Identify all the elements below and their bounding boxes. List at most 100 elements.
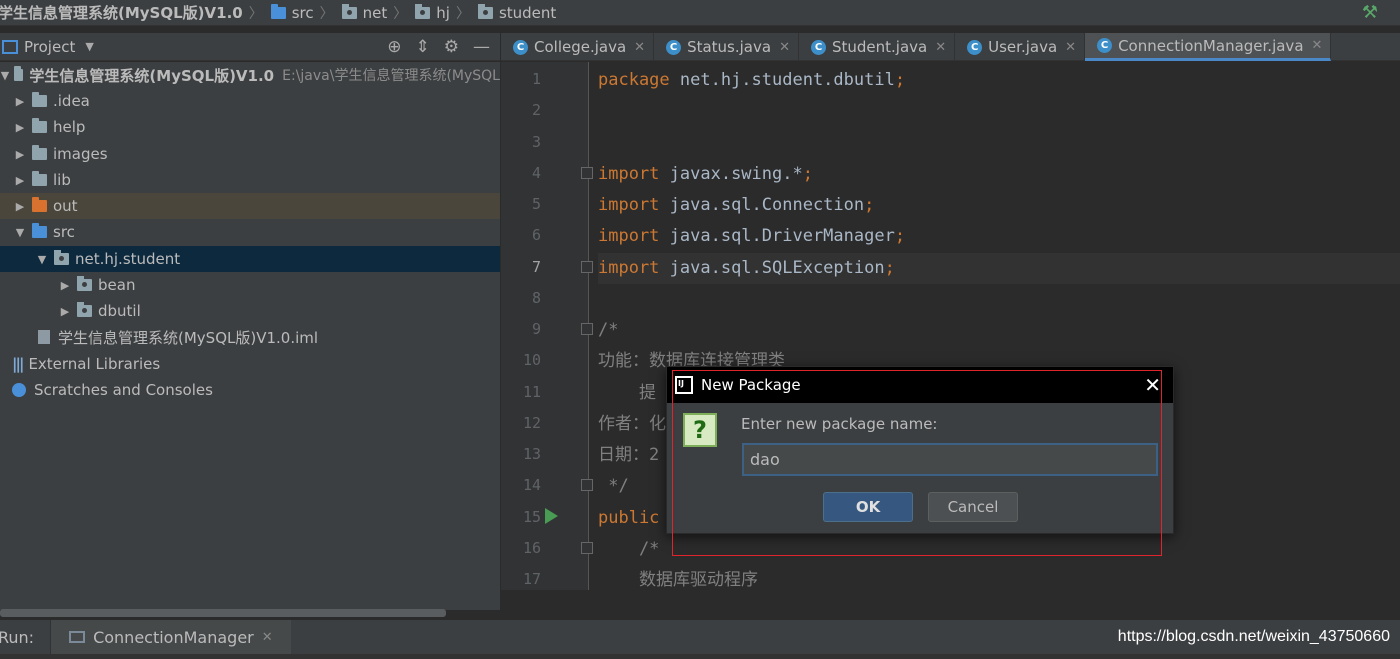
code-text: javax.swing.* [659, 164, 803, 184]
tab-connectionmanager-java[interactable]: C ConnectionManager.java ✕ [1085, 33, 1332, 61]
breadcrumb-student[interactable]: student [476, 3, 556, 22]
tree-item-help[interactable]: ▶ help [0, 114, 500, 140]
ok-button[interactable]: OK [823, 492, 913, 522]
line-number: 8 [531, 289, 541, 307]
chevron-right-icon[interactable]: ▶ [57, 305, 73, 318]
chevron-down-icon[interactable]: ▼ [0, 69, 10, 82]
project-horizontal-scrollbar[interactable] [0, 609, 446, 617]
collapse-all-icon[interactable]: ⇕ [416, 37, 430, 57]
chevron-down-icon[interactable]: ▼ [34, 253, 50, 266]
folder-icon [32, 118, 47, 133]
tree-item-project-root[interactable]: ▼ 学生信息管理系统(MySQL版)V1.0 E:\java\学生信息管理系统(… [0, 62, 500, 88]
code-line: import java.sql.DriverManager; [598, 221, 1400, 252]
module-folder-icon [14, 66, 24, 81]
code-keyword: package [598, 70, 670, 90]
chevron-down-icon[interactable]: ▼ [12, 226, 28, 239]
folder-icon [32, 145, 47, 160]
close-icon[interactable]: ✕ [634, 40, 645, 55]
gear-icon[interactable]: ⚙ [444, 37, 459, 57]
tree-item-label: net.hj.student [75, 250, 181, 268]
project-toolwindow-header: Project ▼ ⊕ ⇕ ⚙ — [0, 33, 500, 61]
tree-item-label: dbutil [98, 302, 141, 320]
dialog-titlebar[interactable]: New Package ✕ [667, 367, 1173, 403]
tree-item-idea[interactable]: ▶ .idea [0, 88, 500, 114]
java-class-icon: C [810, 39, 826, 55]
tab-user-java[interactable]: C User.java ✕ [955, 33, 1086, 61]
breadcrumb-net[interactable]: net [340, 3, 388, 22]
tab-student-java[interactable]: C Student.java ✕ [799, 33, 956, 61]
code-keyword: import [598, 195, 660, 215]
close-icon[interactable]: ✕ [1065, 40, 1076, 55]
tree-item-net-hj-student[interactable]: ▼ net.hj.student [0, 246, 500, 272]
line-number: 17 [522, 570, 541, 588]
line-number: 10 [522, 351, 541, 369]
breadcrumb-project[interactable]: 学生信息管理系统(MySQL版)V1.0 [0, 2, 243, 23]
run-tab-label: ConnectionManager [93, 627, 254, 647]
tree-item-images[interactable]: ▶ images [0, 141, 500, 167]
line-number: 1 [531, 70, 541, 88]
fold-marker-icon[interactable] [581, 542, 593, 554]
folder-icon [32, 92, 47, 107]
code-text: java.sql.Connection [659, 195, 865, 215]
fold-marker-icon[interactable] [581, 167, 593, 179]
package-name-input[interactable] [742, 443, 1158, 476]
tree-item-scratches[interactable]: Scratches and Consoles [0, 377, 500, 403]
chevron-down-icon[interactable]: ▼ [85, 40, 93, 53]
tab-college-java[interactable]: C College.java ✕ [501, 33, 655, 61]
tree-item-src[interactable]: ▼ src [0, 219, 500, 245]
code-keyword: import [598, 226, 660, 246]
line-number: 7 [531, 258, 541, 276]
run-gutter-icon[interactable] [545, 508, 558, 524]
tree-item-external-libraries[interactable]: ||| External Libraries [0, 351, 500, 377]
line-number: 15 [522, 508, 541, 526]
fold-marker-icon[interactable] [581, 323, 593, 335]
breadcrumb-src[interactable]: src [269, 3, 314, 22]
code-keyword: import [598, 164, 660, 184]
tab-status-java[interactable]: C Status.java ✕ [654, 33, 799, 61]
tree-item-label: .idea [53, 92, 90, 110]
line-number: 5 [531, 195, 541, 213]
tab-label: College.java [534, 38, 627, 56]
chevron-right-icon[interactable]: ▶ [12, 121, 28, 134]
package-icon [415, 3, 431, 19]
run-tab-connectionmanager[interactable]: ConnectionManager ✕ [50, 620, 291, 654]
line-number: 9 [531, 320, 541, 338]
chevron-right-icon[interactable]: ▶ [12, 174, 28, 187]
line-number: 12 [522, 414, 541, 432]
breadcrumb-separator: 〉 [248, 5, 263, 22]
chevron-right-icon[interactable]: ▶ [12, 148, 28, 161]
close-icon[interactable]: ✕ [1144, 373, 1161, 397]
code-text: net.hj.student.dbutil [669, 70, 895, 90]
chevron-right-icon[interactable]: ▶ [12, 95, 28, 108]
minimize-icon[interactable]: — [473, 37, 490, 57]
close-icon[interactable]: ✕ [1312, 38, 1323, 53]
locate-icon[interactable]: ⊕ [387, 37, 401, 57]
close-icon[interactable]: ✕ [262, 630, 273, 645]
chevron-right-icon[interactable]: ▶ [12, 200, 28, 213]
code-line-current: import java.sql.SQLException; [598, 253, 1400, 284]
build-hammer-icon[interactable]: ⚒ [1362, 2, 1378, 23]
tree-item-iml-file[interactable]: 学生信息管理系统(MySQL版)V1.0.iml [0, 324, 500, 350]
chevron-right-icon[interactable]: ▶ [57, 279, 73, 292]
line-number: 4 [531, 164, 541, 182]
breadcrumb-hj[interactable]: hj [413, 3, 450, 22]
close-icon[interactable]: ✕ [779, 40, 790, 55]
line-number: 11 [522, 383, 541, 401]
tree-item-lib[interactable]: ▶ lib [0, 167, 500, 193]
tree-item-label: External Libraries [28, 355, 161, 373]
tree-item-dbutil[interactable]: ▶ dbutil [0, 298, 500, 324]
package-icon [77, 276, 92, 291]
line-number: 3 [531, 133, 541, 151]
run-label: Run: [0, 627, 35, 647]
tree-item-out[interactable]: ▶ out [0, 193, 500, 219]
tree-item-bean[interactable]: ▶ bean [0, 272, 500, 298]
java-class-icon: C [513, 39, 528, 55]
fold-marker-icon[interactable] [581, 479, 593, 491]
cancel-button[interactable]: Cancel [928, 492, 1018, 522]
breadcrumb-label: net [362, 3, 388, 22]
project-title[interactable]: Project [24, 38, 75, 56]
fold-marker-icon[interactable] [581, 261, 593, 273]
tab-label: ConnectionManager.java [1118, 36, 1304, 55]
close-icon[interactable]: ✕ [935, 40, 946, 55]
editor-tabs: C College.java ✕ C Status.java ✕ C Stude… [501, 33, 1400, 61]
